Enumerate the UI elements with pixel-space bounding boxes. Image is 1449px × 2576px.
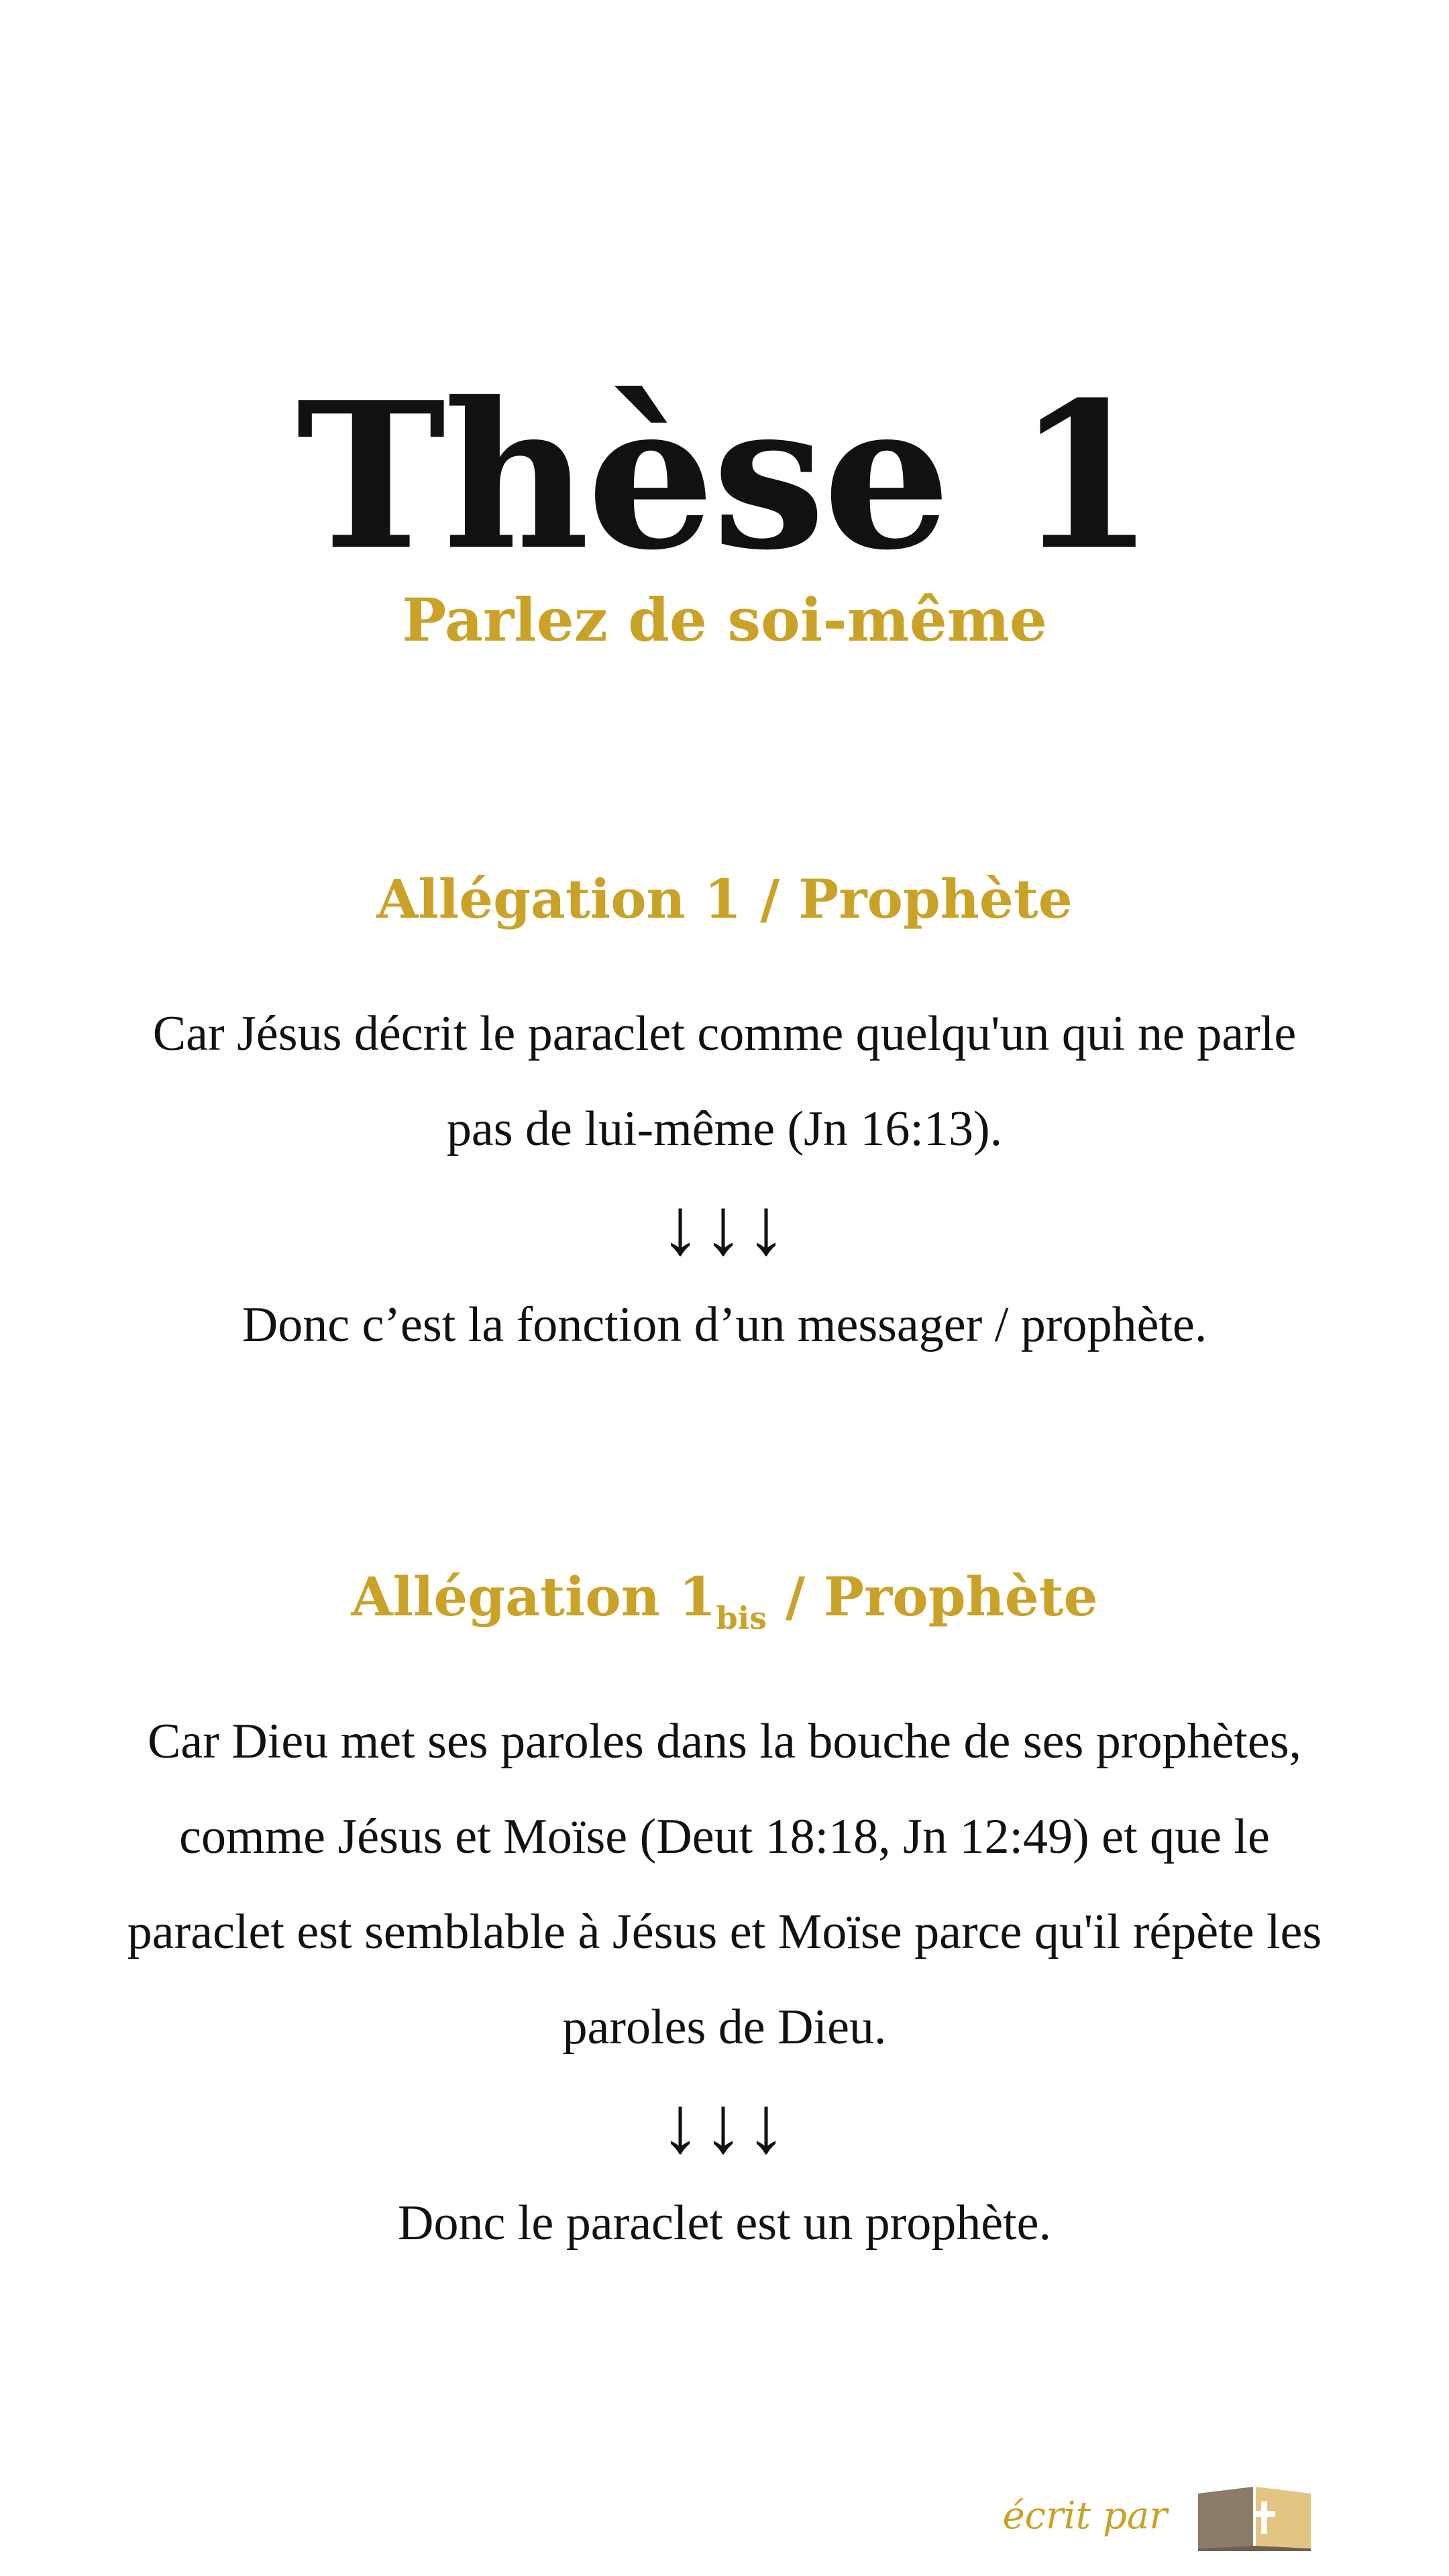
page-title: Thèse 1 [296, 358, 1155, 594]
down-arrows-icon: ↓↓↓ [660, 2080, 789, 2169]
allegation-1-section: Allégation 1 / Prophète Car Jésus décrit… [121, 872, 1328, 1373]
footer: écrit par [1003, 2469, 1316, 2563]
allegation-1bis-heading-rest: / Prophète [767, 1565, 1098, 1628]
page-subtitle: Parlez de soi-même [402, 585, 1047, 655]
open-book-cross-icon [1198, 2487, 1311, 2551]
allegation-1-heading: Allégation 1 / Prophète [376, 867, 1073, 930]
allegation-1bis-section: Allégation 1bis / Prophète Car Dieu met … [121, 1570, 1328, 2271]
allegation-1bis-body: Car Dieu met ses paroles dans la bouche … [127, 1714, 1322, 2055]
allegation-1-body: Car Jésus décrit le paraclet comme quelq… [152, 1006, 1297, 1157]
footer-written-by: écrit par [1002, 2493, 1168, 2538]
allegation-1bis-conclusion: Donc le paraclet est un prophète. [398, 2196, 1051, 2251]
allegation-1bis-heading-main: Allégation 1 [351, 1565, 716, 1628]
allegation-1-conclusion: Donc c’est la fonction d’un messager / p… [241, 1297, 1208, 1352]
down-arrows-icon: ↓↓↓ [660, 1182, 789, 1271]
allegation-1bis-heading-sub: bis [716, 1600, 767, 1636]
allegation-1bis-heading: Allégation 1bis / Prophète [121, 1570, 1328, 1633]
